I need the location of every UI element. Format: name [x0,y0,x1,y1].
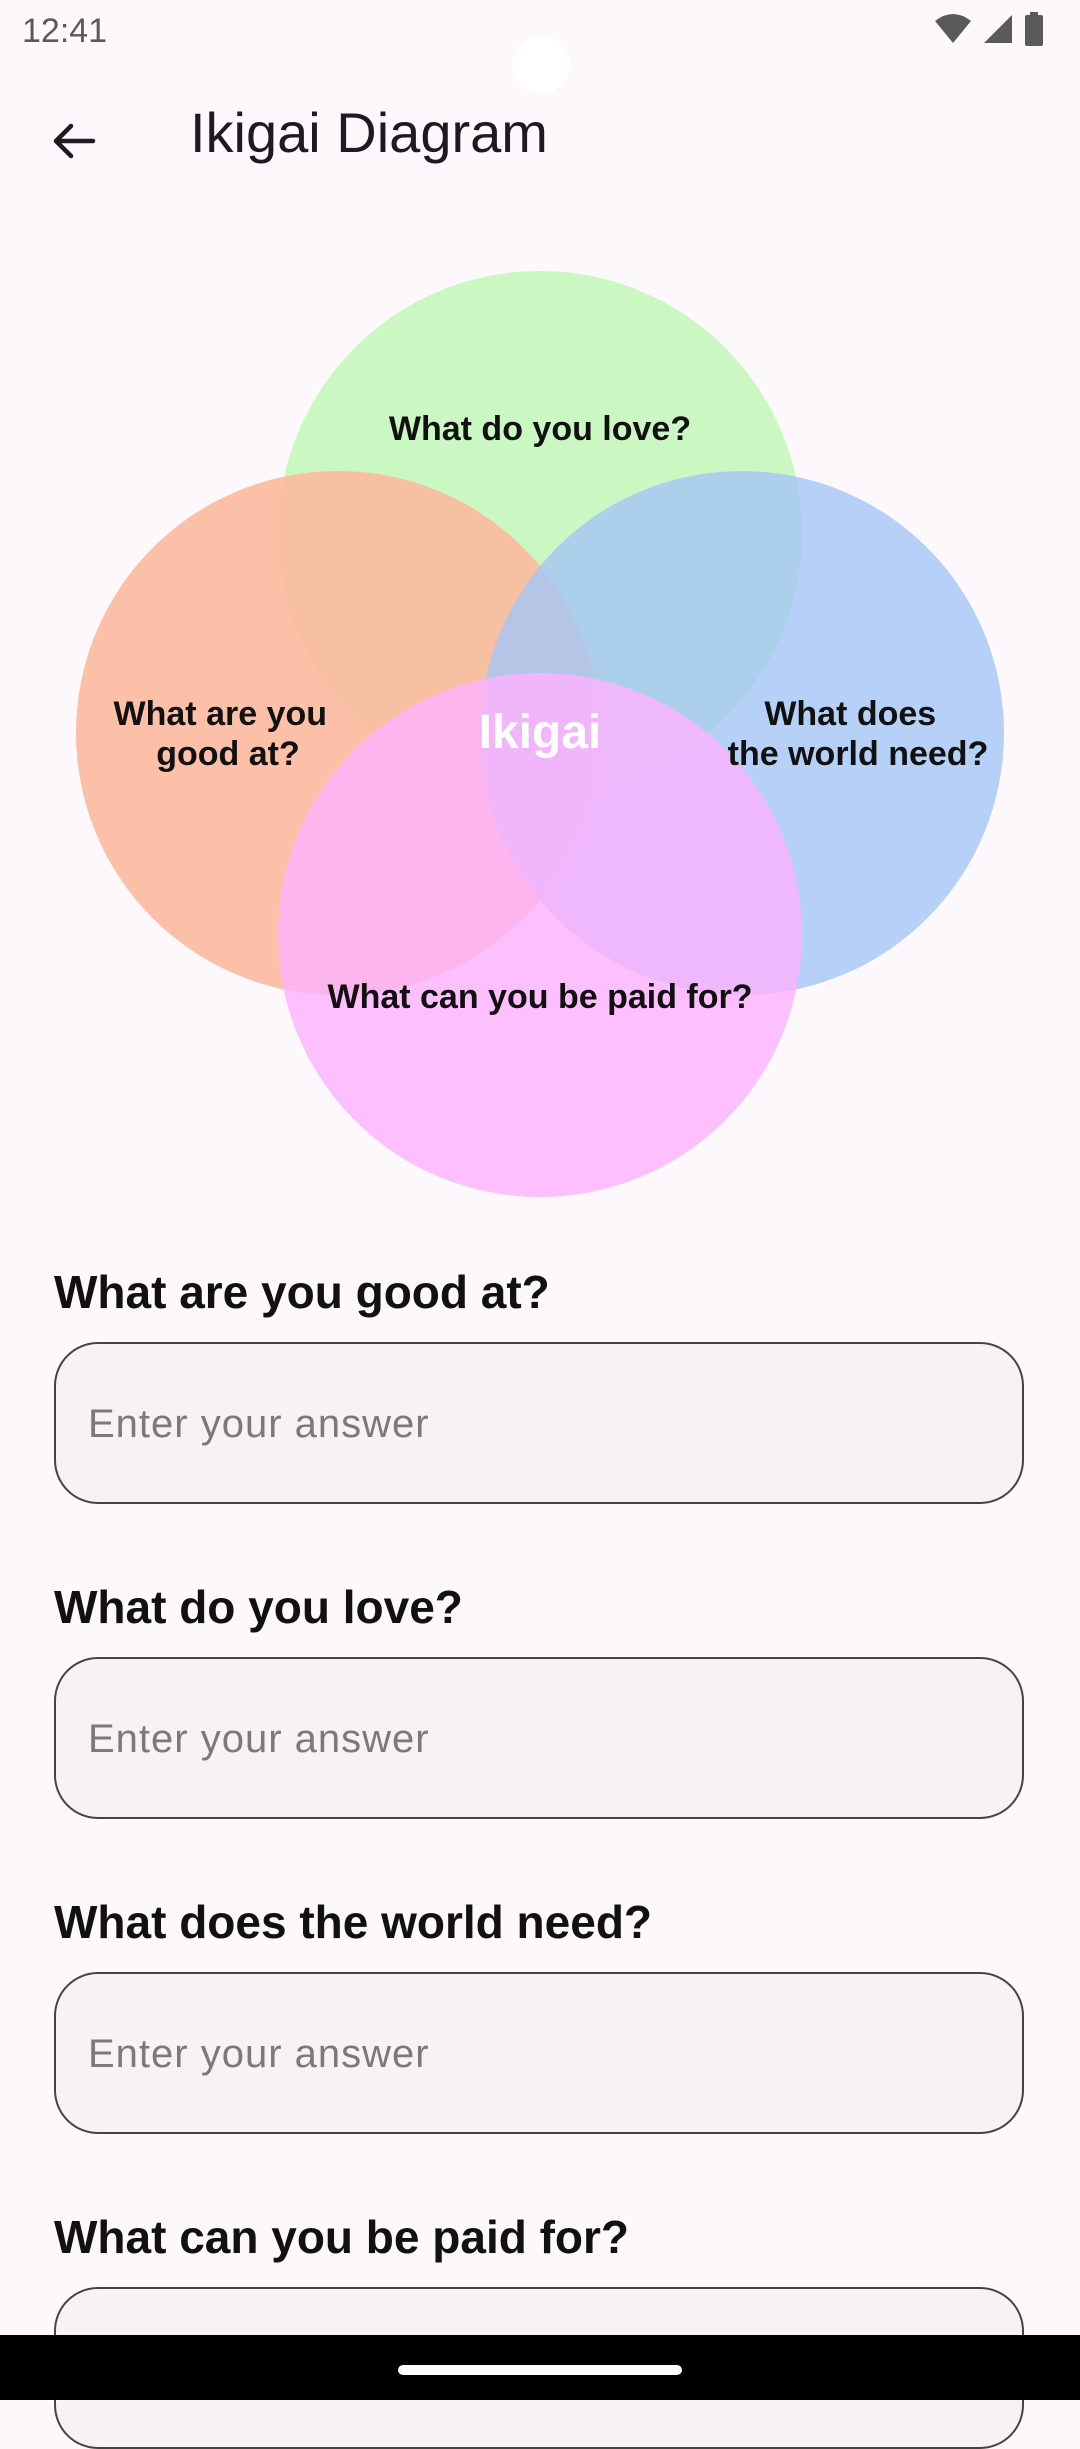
circle-label-paid-for-line: What can you be paid for? [327,978,752,1016]
answer-input-love[interactable] [86,1659,990,1819]
ikigai-diagram: What do you love? What are you good at? … [0,220,1080,1220]
answer-field-good-at[interactable] [54,1342,1024,1504]
cellular-signal-icon [984,15,1012,43]
answer-input-world-need[interactable] [86,1974,990,2134]
page-title: Ikigai Diagram [190,101,548,164]
circle-label-good-at-line-2: good at? [156,735,300,773]
circle-label-good-at-line-1: What are you [114,695,327,733]
question-label-world-need: What does the world need? [54,1896,653,1948]
back-button[interactable] [34,102,112,180]
circle-label-world-need-line-1: What does [764,695,936,733]
question-label-love: What do you love? [54,1581,463,1633]
circle-label-world-need-line-2: the world need? [728,735,989,773]
wifi-icon [935,14,971,43]
ikigai-center-label: Ikigai [479,706,602,759]
system-navigation-bar [0,2335,1080,2400]
status-icons [934,12,1044,46]
arrow-back-icon [53,123,96,159]
answer-input-good-at[interactable] [86,1344,990,1504]
circle-label-paid-for: What can you be paid for? [327,978,752,1016]
status-time: 12:41 [22,12,108,50]
circle-label-love-line: What do you love? [389,410,691,448]
status-bar: 12:41 [0,0,1080,94]
app-bar: Ikigai Diagram [0,70,1080,200]
answer-field-world-need[interactable] [54,1972,1024,2134]
circle-label-love: What do you love? [389,410,691,448]
question-label-paid-for: What can you be paid for? [54,2211,630,2263]
question-label-good-at: What are you good at? [54,1266,550,1318]
battery-icon [1025,12,1043,46]
answer-field-love[interactable] [54,1657,1024,1819]
home-indicator[interactable] [398,2365,682,2375]
